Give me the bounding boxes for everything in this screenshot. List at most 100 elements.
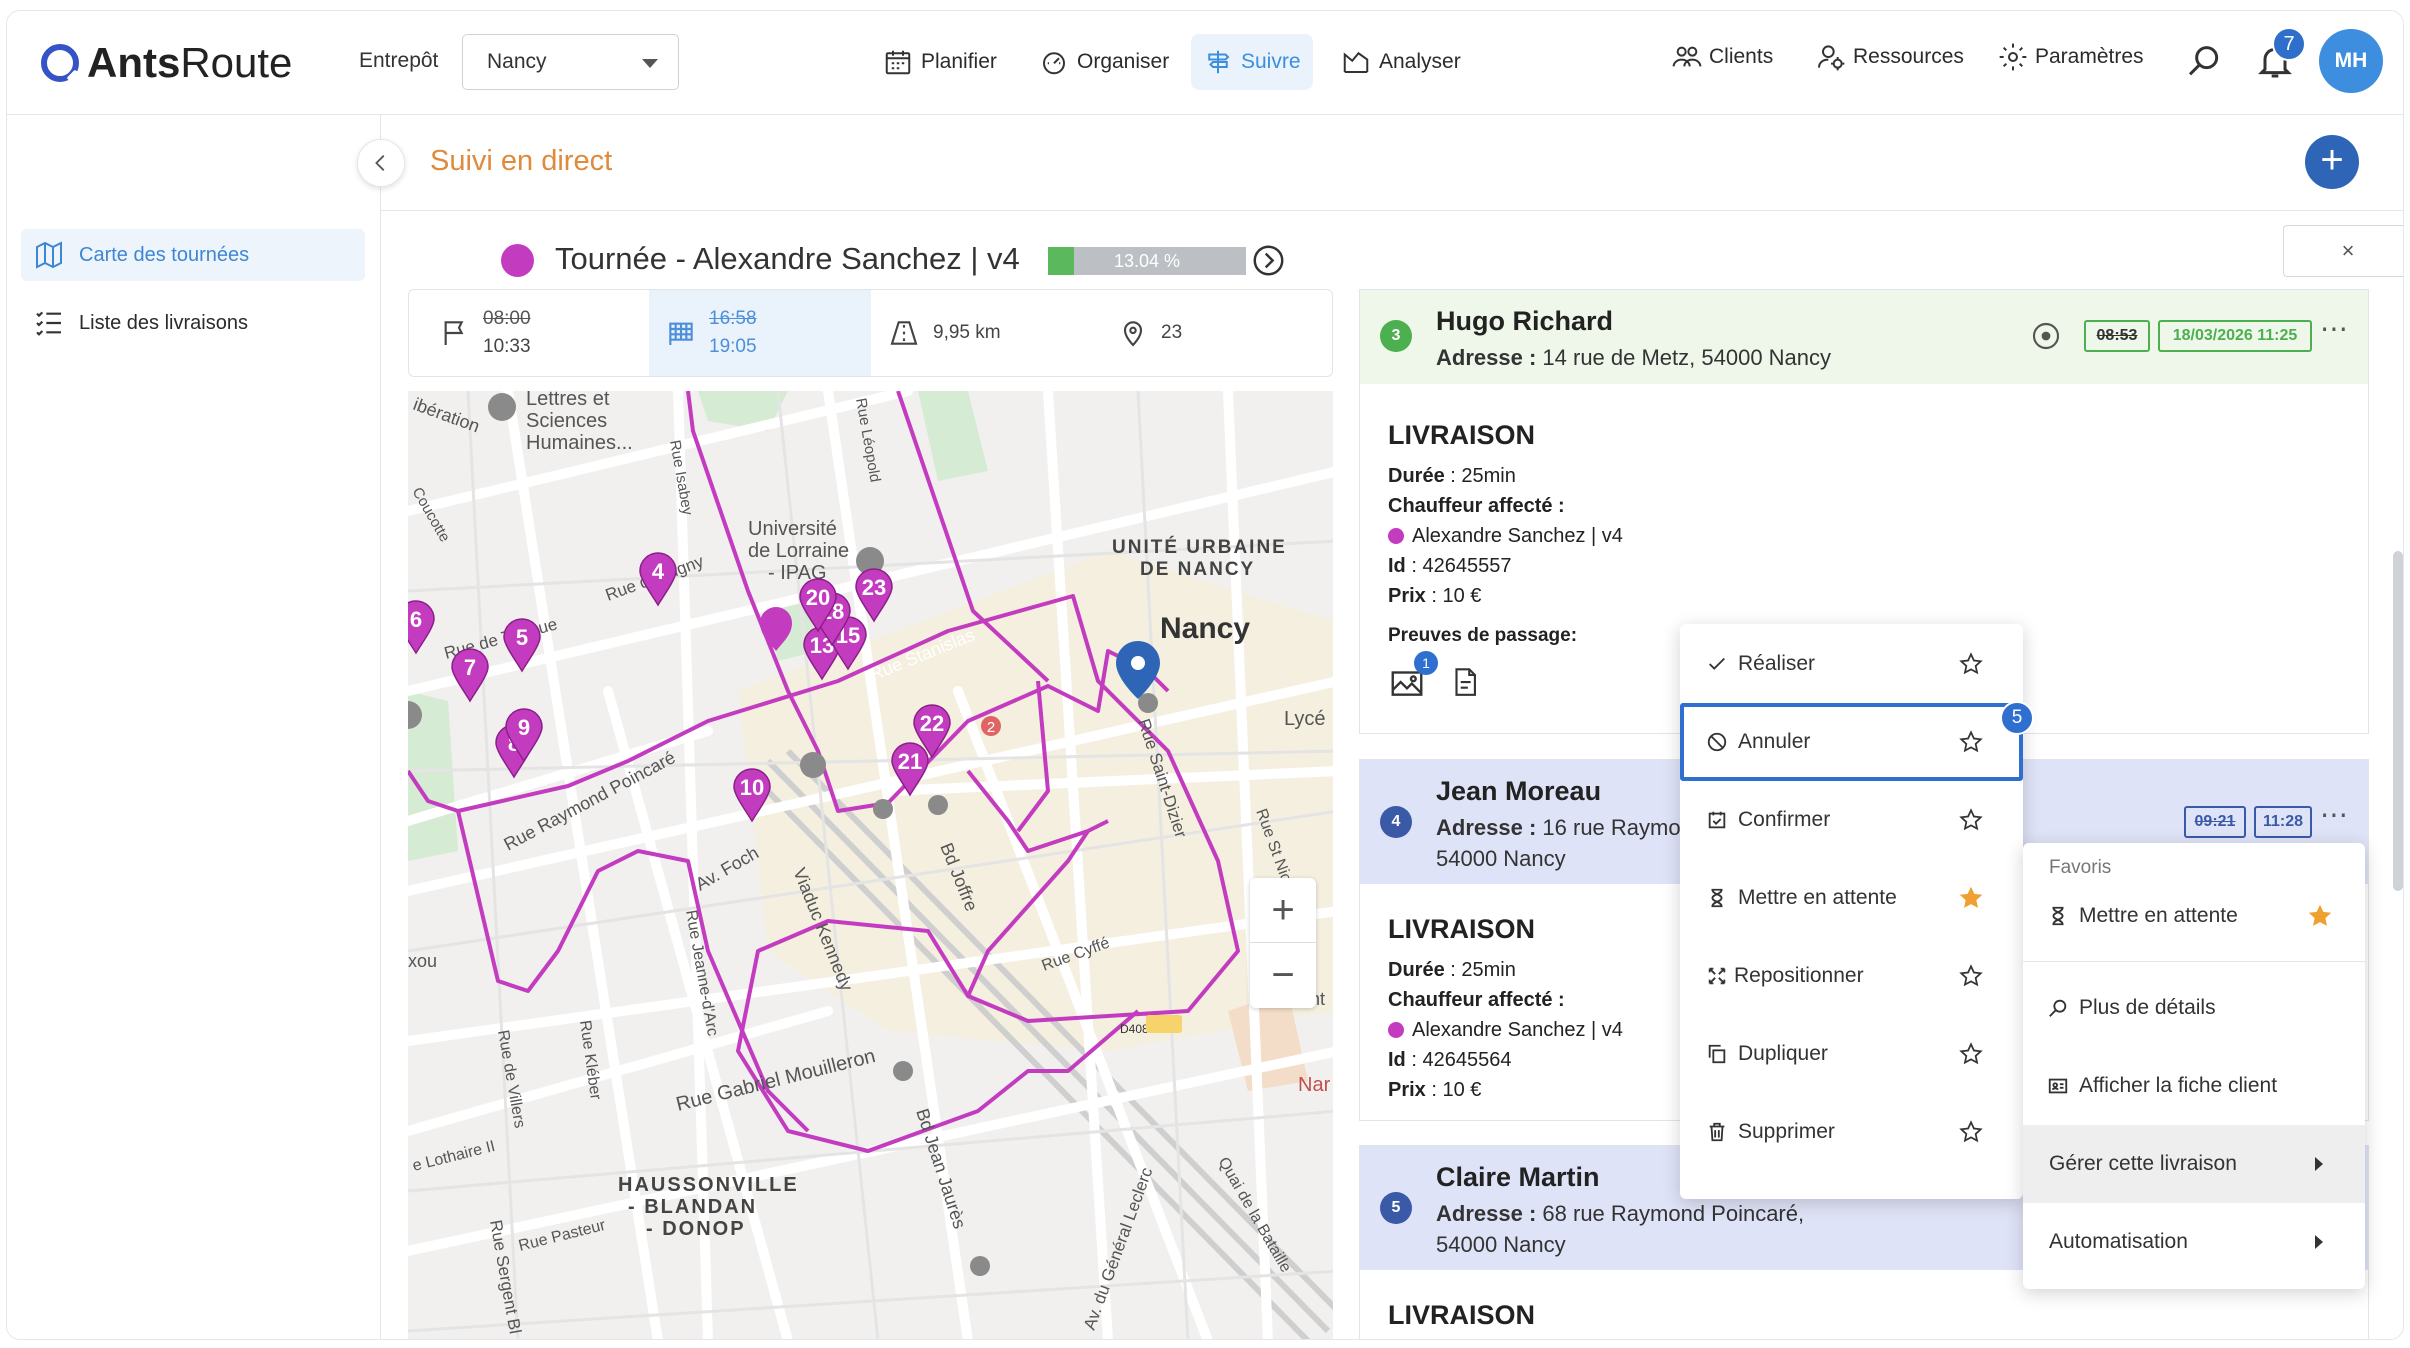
photo-count-badge: 1 xyxy=(1414,651,1438,675)
warehouse-value: Nancy xyxy=(487,50,547,73)
zoom-in-button[interactable]: + xyxy=(1250,878,1316,943)
logo-icon xyxy=(41,44,79,82)
star-outline-icon[interactable] xyxy=(1958,1119,1984,1145)
more-options-icon[interactable]: ⋯ xyxy=(2320,312,2349,345)
logo[interactable]: AntsRoute xyxy=(41,37,292,89)
map-label: ibération xyxy=(411,394,483,436)
end-actual: 19:05 xyxy=(709,336,757,357)
list-icon xyxy=(36,311,61,336)
magnifier-icon xyxy=(2049,999,2067,1017)
menu-item-mettre-en-attente[interactable]: Mettre en attente xyxy=(1680,859,2023,937)
warehouse-select[interactable]: Nancy xyxy=(462,34,679,90)
submenu-item-label: Afficher la fiche client xyxy=(2079,1074,2278,1097)
star-outline-icon[interactable] xyxy=(1958,807,1984,833)
menu-item-confirmer[interactable]: Confirmer xyxy=(1680,781,2023,859)
submenu-item-label: Gérer cette livraison xyxy=(2049,1152,2237,1175)
submenu-item-afficher-fiche-client[interactable]: Afficher la fiche client xyxy=(2023,1047,2365,1125)
map-label: Av. Foch xyxy=(692,842,762,894)
star-filled-icon[interactable] xyxy=(1958,885,1984,911)
stop-marker-4[interactable]: 4 xyxy=(639,552,677,607)
search-icon[interactable] xyxy=(2185,41,2225,81)
map-label: - DONOP xyxy=(646,1218,746,1240)
gauge-icon xyxy=(1043,52,1065,75)
avatar[interactable]: MH xyxy=(2319,29,2383,93)
menu-item-realiser[interactable]: Réaliser xyxy=(1680,625,2023,703)
scrollbar[interactable] xyxy=(2393,551,2403,891)
star-outline-icon[interactable] xyxy=(1958,729,1984,755)
calendar-check-icon xyxy=(1708,811,1726,829)
menu-item-label: Repositionner xyxy=(1734,964,1864,987)
menu-item-label: Supprimer xyxy=(1738,1120,1835,1143)
target-icon[interactable] xyxy=(2030,320,2062,352)
menu-item-repositionner[interactable]: Repositionner xyxy=(1680,937,2023,1015)
users-icon xyxy=(1672,46,1702,67)
nav-parametres[interactable]: Paramètres xyxy=(1997,41,2144,73)
star-outline-icon[interactable] xyxy=(1958,651,1984,677)
divider xyxy=(2023,961,2365,962)
delivery-section: LIVRAISON Durée : 25min Chauffeur affect… xyxy=(1388,914,1623,1105)
submenu-item-gerer-cette-livraison[interactable]: Gérer cette livraison xyxy=(2023,1125,2365,1203)
client-name: Jean Moreau xyxy=(1436,776,1602,806)
focus-step-badge: 5 xyxy=(2000,701,2034,735)
finish-flag-icon xyxy=(669,322,693,345)
next-tour-icon[interactable] xyxy=(1252,244,1285,277)
star-outline-icon[interactable] xyxy=(1958,963,1984,989)
menu-item-annuler[interactable]: Annuler xyxy=(1680,703,2023,781)
nav-suivre[interactable]: Suivre xyxy=(1191,34,1313,90)
distance-value: 9,95 km xyxy=(933,322,1001,343)
warehouse-label: Entrepôt xyxy=(359,49,439,72)
submenu-item-mettre-en-attente[interactable]: Mettre en attente xyxy=(2023,877,2365,955)
duration-row: Durée : 25min xyxy=(1388,959,1516,981)
context-menu: Réaliser Annuler Confirmer Mettre en att… xyxy=(1680,624,2023,1199)
submenu-item-automatisation[interactable]: Automatisation xyxy=(2023,1203,2365,1281)
map-label: Nar xyxy=(1298,1074,1331,1096)
brand-bold: Ants xyxy=(87,39,181,86)
nav-analyser[interactable]: Analyser xyxy=(1329,34,1473,90)
price-row: Prix : 10 € xyxy=(1388,585,1482,607)
menu-item-supprimer[interactable]: Supprimer xyxy=(1680,1093,2023,1171)
map-label: xou xyxy=(408,951,437,971)
stop-marker-6[interactable]: 6 xyxy=(408,600,435,655)
client-address: Adresse : 68 rue Raymond Poincaré, 54000 … xyxy=(1436,1201,1805,1257)
map-label: Rue Isabey xyxy=(666,439,696,517)
submenu-item-label: Mettre en attente xyxy=(2079,904,2238,927)
more-options-icon[interactable]: ⋯ xyxy=(2320,798,2349,831)
nav-ressources[interactable]: Ressources xyxy=(1815,41,1964,73)
map-view[interactable]: Lettres et Sciences Humaines... Universi… xyxy=(408,391,1333,1339)
submenu-item-label: Automatisation xyxy=(2049,1230,2188,1253)
user-gear-icon xyxy=(1818,45,1845,71)
planned-time: 08:53 xyxy=(2084,320,2150,352)
tour-stats-bar: 08:00 10:33 16:58 19:05 9,95 km 23 xyxy=(408,289,1333,377)
star-outline-icon[interactable] xyxy=(1958,1041,1984,1067)
menu-item-label: Réaliser xyxy=(1738,652,1816,675)
signpost-icon xyxy=(1208,50,1230,74)
tour-title: Tournée - Alexandre Sanchez | v4 xyxy=(555,241,1020,276)
stops-count: 23 xyxy=(1161,322,1183,343)
sidebar-item-carte-des-tournees[interactable]: Carte des tournées xyxy=(21,229,365,281)
nav-analyser-label: Analyser xyxy=(1379,50,1461,73)
address-value: 14 rue de Metz, 54000 Nancy xyxy=(1542,345,1832,370)
zoom-out-button[interactable]: − xyxy=(1250,943,1316,1008)
add-button[interactable]: + xyxy=(2305,135,2359,189)
nav-organiser[interactable]: Organiser xyxy=(1027,34,1181,90)
menu-item-label: Confirmer xyxy=(1738,808,1831,831)
submenu-item-plus-de-details[interactable]: Plus de détails xyxy=(2023,969,2365,1047)
favorites-heading: Favoris xyxy=(2049,857,2112,878)
nav-clients[interactable]: Clients xyxy=(1671,41,1773,73)
ban-icon xyxy=(1707,732,1727,752)
close-button[interactable]: × xyxy=(2283,225,2403,277)
notification-count-badge: 7 xyxy=(2272,27,2306,61)
nav-organiser-label: Organiser xyxy=(1077,50,1170,73)
duration-row: Durée : 25min xyxy=(1388,465,1516,487)
document-icon[interactable] xyxy=(1448,663,1482,701)
nav-planifier[interactable]: Planifier xyxy=(871,34,1009,90)
sidebar-item-liste-des-livraisons[interactable]: Liste des livraisons xyxy=(21,297,365,349)
tour-color-dot xyxy=(501,244,534,277)
map-label: Sciences xyxy=(526,410,607,432)
stop-marker-label: 20 xyxy=(806,585,830,610)
collapse-sidebar-button[interactable] xyxy=(357,139,405,187)
map-label: Av. du Général Leclerc xyxy=(1080,1164,1157,1332)
menu-item-dupliquer[interactable]: Dupliquer xyxy=(1680,1015,2023,1093)
star-filled-icon[interactable] xyxy=(2307,903,2333,929)
planned-time: 09:21 xyxy=(2184,806,2246,838)
